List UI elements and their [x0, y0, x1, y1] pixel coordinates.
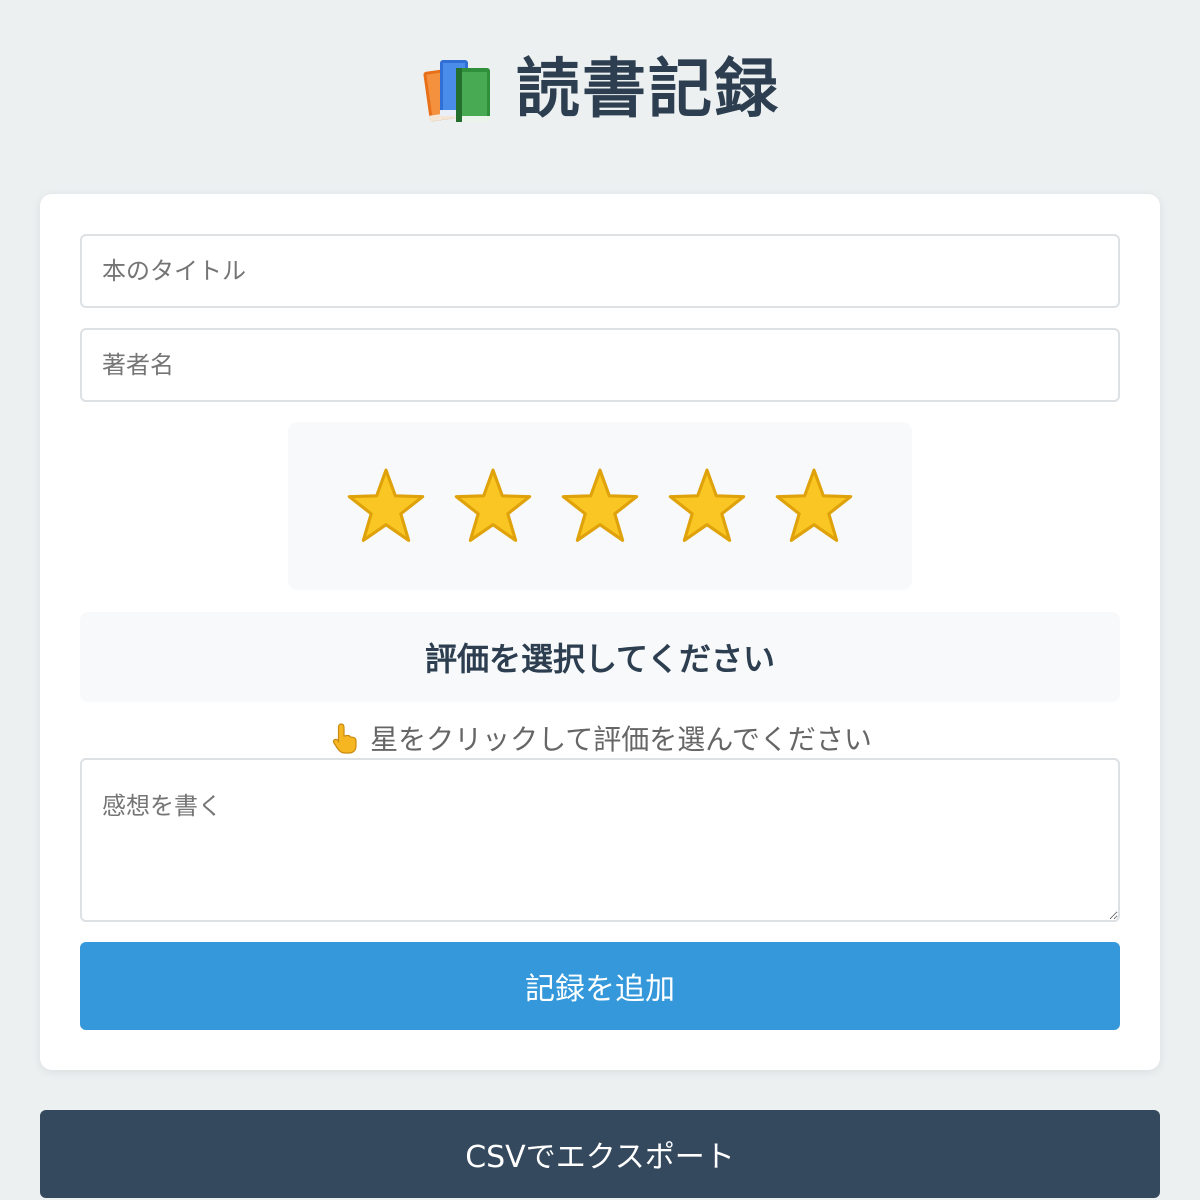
star-icon[interactable] [775, 467, 853, 545]
app-header: 読書記録 [0, 48, 1200, 132]
books-icon [423, 60, 490, 122]
book-title-input[interactable] [80, 234, 1120, 308]
star-icon[interactable] [347, 467, 425, 545]
author-name-input[interactable] [80, 328, 1120, 402]
rating-hint: 星をクリックして評価を選んでください [40, 716, 1160, 760]
rating-status: 評価を選択してください [80, 612, 1120, 702]
star-rating [288, 422, 912, 590]
export-csv-button[interactable]: CSVでエクスポート [40, 1110, 1160, 1198]
star-icon[interactable] [454, 467, 532, 545]
star-icon[interactable] [668, 467, 746, 545]
rating-hint-text: 星をクリックして評価を選んでください [370, 723, 872, 756]
thoughts-textarea[interactable] [80, 758, 1120, 922]
book-entry-form: 評価を選択してください 星をクリックして評価を選んでください 記録を追加 [40, 194, 1160, 1070]
add-record-button[interactable]: 記録を追加 [80, 942, 1120, 1030]
pointing-hand-icon [332, 723, 357, 754]
star-icon[interactable] [561, 467, 639, 545]
app-title: 読書記録 [516, 53, 780, 127]
